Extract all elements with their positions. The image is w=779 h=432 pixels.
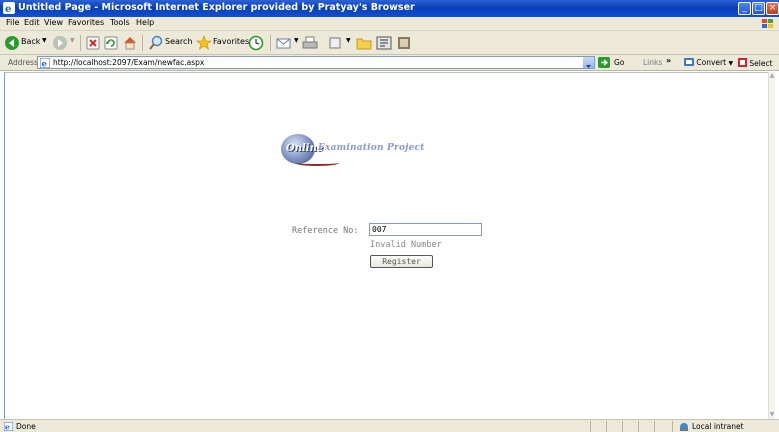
security-zone: Local intranet: [692, 422, 744, 431]
intranet-icon: [680, 423, 688, 431]
status-divider: [606, 421, 607, 432]
status-divider: [672, 421, 673, 432]
windows-logo-icon: [762, 19, 773, 28]
page-icon: e: [40, 58, 50, 68]
edit-dropdown-icon[interactable]: ▼: [346, 37, 351, 44]
mail-icon[interactable]: [276, 34, 292, 52]
home-icon[interactable]: [122, 34, 138, 52]
status-text: Done: [16, 422, 36, 431]
status-divider: [654, 421, 655, 432]
menu-help[interactable]: Help: [136, 18, 154, 27]
back-dropdown-icon[interactable]: ▼: [42, 37, 47, 44]
svg-text:e: e: [5, 423, 10, 432]
back-label[interactable]: Back: [21, 37, 40, 46]
scroll-up-icon[interactable]: ▲: [769, 72, 775, 80]
page-status-icon: e: [4, 422, 13, 431]
convert-label: Convert: [696, 58, 727, 67]
error-message: Invalid Number: [370, 240, 442, 250]
logo-swoosh: [295, 160, 339, 166]
menu-view[interactable]: View: [44, 18, 63, 27]
favorites-star-icon[interactable]: [196, 34, 212, 52]
svg-text:e: e: [42, 60, 48, 69]
history-icon[interactable]: [248, 34, 264, 52]
maximize-icon: □: [754, 3, 763, 13]
window-title: Untitled Page - Microsoft Internet Explo…: [18, 2, 415, 13]
search-icon[interactable]: [148, 34, 164, 52]
toolbar: Back ▼ ▼ Search Favorites ▼ ▼: [0, 31, 779, 55]
menu-favorites[interactable]: Favorites: [68, 18, 104, 27]
refresh-icon[interactable]: [104, 34, 118, 52]
status-divider: [638, 421, 639, 432]
address-dropdown-icon[interactable]: [583, 57, 594, 68]
menu-edit[interactable]: Edit: [24, 18, 40, 27]
forward-arrow-icon[interactable]: [52, 34, 68, 52]
address-url[interactable]: http://localhost:2097/Exam/newfac.aspx: [53, 58, 204, 67]
close-button[interactable]: ×: [766, 2, 779, 15]
select-button[interactable]: Select: [738, 58, 773, 68]
stop-icon[interactable]: [86, 34, 100, 52]
close-icon: ×: [768, 3, 777, 13]
status-bar: e Done Local intranet: [0, 419, 779, 432]
back-arrow-icon[interactable]: [4, 34, 20, 52]
go-arrow-icon[interactable]: [598, 57, 610, 68]
ie-icon: e: [3, 2, 15, 14]
svg-text:e: e: [5, 4, 11, 14]
toolbar-separator: [270, 35, 271, 51]
links-button[interactable]: Links: [643, 58, 662, 67]
messenger-icon[interactable]: [376, 34, 392, 52]
toolbar-separator: [80, 35, 81, 51]
scroll-down-icon[interactable]: ▼: [769, 411, 775, 419]
forward-dropdown-icon[interactable]: ▼: [70, 37, 75, 44]
address-label: Address: [8, 58, 38, 67]
register-button[interactable]: Register: [370, 255, 433, 268]
mail-dropdown-icon[interactable]: ▼: [294, 37, 299, 44]
menu-file[interactable]: File: [6, 18, 19, 27]
status-divider: [590, 421, 591, 432]
status-divider: [622, 421, 623, 432]
menu-tools[interactable]: Tools: [110, 18, 130, 27]
address-field[interactable]: e http://localhost:2097/Exam/newfac.aspx: [37, 56, 595, 69]
title-bar: e Untitled Page - Microsoft Internet Exp…: [0, 0, 779, 17]
vertical-scrollbar[interactable]: ▲ ▼: [768, 72, 775, 419]
minimize-button[interactable]: _: [738, 2, 751, 15]
search-label[interactable]: Search: [165, 37, 192, 46]
reference-input[interactable]: [369, 223, 482, 236]
reference-label: Reference No:: [292, 226, 359, 236]
minimize-icon: _: [742, 3, 747, 13]
links-more-chevron-icon[interactable]: »: [666, 56, 671, 65]
convert-button[interactable]: Convert ▼: [684, 58, 733, 67]
research-icon[interactable]: [396, 34, 412, 52]
select-label: Select: [749, 59, 773, 68]
go-button[interactable]: Go: [614, 58, 624, 67]
toolbar-separator: [142, 35, 143, 51]
favorites-label[interactable]: Favorites: [213, 37, 249, 46]
folder-icon[interactable]: [356, 34, 372, 52]
logo-title-text: Examination Project: [318, 143, 425, 153]
convert-icon: [684, 58, 694, 66]
edit-page-icon[interactable]: [328, 34, 342, 52]
address-bar: Address e http://localhost:2097/Exam/new…: [0, 55, 779, 71]
print-icon[interactable]: [302, 34, 318, 52]
select-icon: [738, 58, 747, 67]
site-logo: Online Examination Project: [281, 134, 441, 168]
menu-bar: File Edit View Favorites Tools Help: [0, 17, 779, 31]
maximize-button[interactable]: □: [752, 2, 765, 15]
